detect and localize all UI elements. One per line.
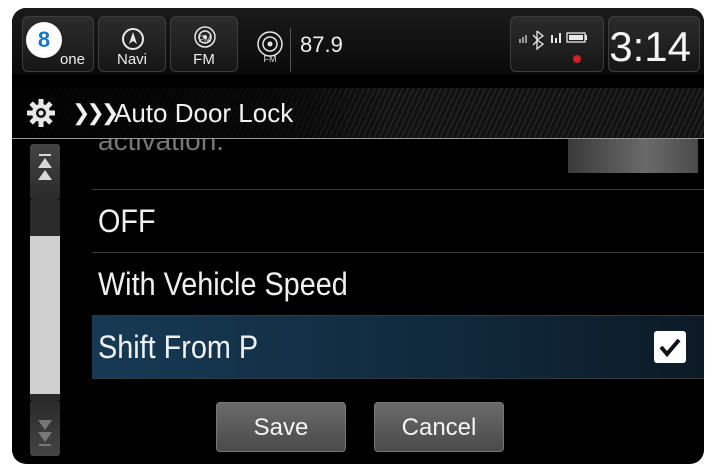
fm-label: FM [193, 51, 215, 68]
fm-tile[interactable]: FM FM [170, 16, 238, 72]
page-title: Auto Door Lock [114, 98, 294, 128]
navi-tile[interactable]: Navi [98, 16, 166, 72]
clock-tile[interactable]: 3:14 [608, 16, 700, 72]
save-button[interactable]: Save [216, 402, 346, 452]
list-item: activation. [92, 139, 704, 190]
status-tile[interactable] [510, 16, 604, 72]
audio-icon-text: FM [263, 54, 277, 64]
double-chevron-up-icon [38, 154, 52, 180]
bluetooth-icon [532, 30, 545, 51]
head-unit-screen: one Navi FM FM FM 87.9 3:14 8 ❯❯❯ Auto D… [12, 8, 704, 464]
check-icon [659, 338, 681, 358]
fm-icon-text: FM [198, 34, 212, 44]
double-chevron-down-icon [38, 420, 52, 446]
gear-icon[interactable] [26, 98, 56, 128]
option-label: With Vehicle Speed [98, 266, 348, 302]
scroll-thumb[interactable] [30, 236, 60, 394]
door-illustration [568, 139, 698, 173]
option-label: OFF [98, 203, 156, 239]
scroll-up-button[interactable] [30, 144, 60, 200]
option-with-vehicle-speed[interactable]: With Vehicle Speed [92, 253, 704, 316]
navi-label: Navi [116, 51, 147, 68]
divider [290, 28, 291, 72]
option-checkbox[interactable] [654, 331, 686, 363]
phone-disconnected-icon [573, 55, 581, 63]
clock: 3:14 [609, 23, 691, 70]
step-badge: 8 [26, 22, 62, 58]
option-label: Shift From P [98, 329, 259, 365]
title-bar: ❯❯❯ Auto Door Lock [12, 88, 704, 139]
signal-icon [519, 35, 527, 43]
cancel-button[interactable]: Cancel [374, 402, 504, 452]
option-off[interactable]: OFF [92, 190, 704, 253]
audio-source-tile[interactable]: FM 87.9 [242, 16, 512, 72]
compass-icon [122, 28, 144, 50]
breadcrumb-arrows: ❯❯❯ [72, 100, 119, 125]
signal-icon [551, 33, 561, 43]
options-list: activation. OFF With Vehicle Speed Shift… [92, 139, 704, 383]
scroll-down-button[interactable] [30, 400, 60, 456]
radio-frequency: 87.9 [300, 32, 343, 57]
top-status-bar: one Navi FM FM FM 87.9 3:14 [12, 8, 704, 74]
status-icons [519, 30, 587, 63]
description-text: activation. [98, 139, 225, 156]
option-shift-from-p[interactable]: Shift From P [92, 316, 704, 379]
scroll-track[interactable] [30, 200, 60, 400]
battery-icon [566, 32, 587, 43]
